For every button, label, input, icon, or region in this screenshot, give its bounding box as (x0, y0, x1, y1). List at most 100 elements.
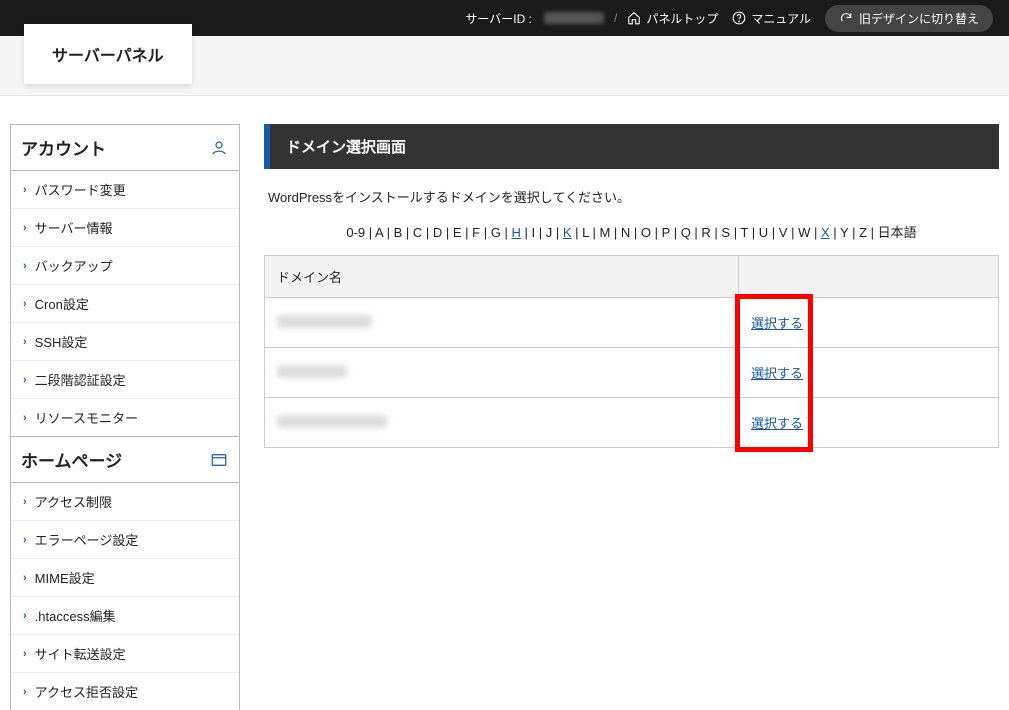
sidebar-item[interactable]: › サーバー情報 (11, 209, 239, 247)
sidebar-item[interactable]: › アクセス拒否設定 (11, 673, 239, 710)
alpha-index: 0-9 | A | B | C | D | E | F | G | H | I … (264, 216, 999, 255)
window-icon (209, 451, 229, 469)
sidebar-item-label: パスワード変更 (35, 180, 126, 199)
sidebar-item[interactable]: › エラーページ設定 (11, 521, 239, 559)
header-action (739, 256, 999, 298)
header-domain: ドメイン名 (265, 256, 739, 298)
alpha-letter: W (798, 225, 810, 240)
chevron-icon: › (23, 610, 27, 622)
chevron-icon: › (23, 534, 27, 546)
alpha-letter: D (433, 225, 442, 240)
sidebar-item[interactable]: › アクセス制限 (11, 483, 239, 521)
alpha-letter: E (453, 225, 462, 240)
chevron-icon: › (23, 298, 27, 310)
home-icon (627, 11, 641, 25)
table-row: 選択する (265, 348, 999, 398)
page-description: WordPressをインストールするドメインを選択してください。 (264, 169, 999, 216)
panel-top-link[interactable]: パネルトップ (627, 10, 718, 27)
sidebar-item-label: 二段階認証設定 (35, 370, 126, 389)
sidebar-item-label: .htaccess編集 (35, 606, 116, 625)
alpha-letter: Z (859, 225, 867, 240)
old-design-button[interactable]: 旧デザインに切り替え (825, 5, 993, 32)
manual-link[interactable]: マニュアル (732, 10, 811, 27)
sidebar-item-label: サーバー情報 (35, 218, 113, 237)
domain-cell (265, 298, 739, 348)
chevron-icon: › (23, 336, 27, 348)
sidebar-item-label: SSH設定 (35, 332, 88, 351)
alpha-letter: U (759, 225, 768, 240)
sidebar-item-label: バックアップ (35, 256, 113, 275)
sidebar-item[interactable]: › SSH設定 (11, 323, 239, 361)
alpha-link[interactable]: H (511, 225, 520, 240)
alpha-letter: R (701, 225, 710, 240)
refresh-icon (839, 11, 853, 25)
chevron-icon: › (23, 222, 27, 234)
alpha-letter: S (721, 225, 730, 240)
help-icon (732, 11, 746, 25)
sidebar-section-title: アカウント (21, 135, 106, 160)
sidebar-item-label: アクセス拒否設定 (35, 682, 138, 701)
alpha-letter: C (413, 225, 422, 240)
sidebar-item[interactable]: › サイト転送設定 (11, 635, 239, 673)
select-link[interactable]: 選択する (751, 416, 803, 431)
logo: サーバーパネル (24, 24, 192, 84)
sidebar: アカウント › パスワード変更 › サーバー情報 › バックアップ › Cron設定 › SSH設定… (10, 124, 240, 710)
chevron-icon: › (23, 184, 27, 196)
sidebar-section-header: ホームページ (10, 436, 240, 483)
sidebar-item[interactable]: › MIME設定 (11, 559, 239, 597)
alpha-letter: M (599, 225, 610, 240)
alpha-letter: G (491, 225, 501, 240)
action-cell: 選択する (739, 298, 999, 348)
domain-name-blurred (277, 315, 372, 328)
chevron-icon: › (23, 496, 27, 508)
sidebar-item-label: リソースモニター (35, 408, 138, 427)
alpha-letter: Q (681, 225, 691, 240)
sidebar-item-label: Cron設定 (35, 294, 89, 313)
alpha-letter: P (662, 225, 670, 240)
server-id-label: サーバーID : (465, 10, 532, 27)
table-row: 選択する (265, 398, 999, 448)
table-row: 選択する (265, 298, 999, 348)
user-icon (209, 139, 229, 157)
alpha-letter: 日本語 (878, 225, 917, 240)
domain-cell (265, 398, 739, 448)
sidebar-item[interactable]: › .htaccess編集 (11, 597, 239, 635)
sidebar-item-label: MIME設定 (35, 568, 95, 587)
sidebar-item-label: アクセス制限 (35, 492, 112, 511)
chevron-icon: › (23, 572, 27, 584)
chevron-icon: › (23, 374, 27, 386)
sidebar-item-label: エラーページ設定 (35, 530, 139, 549)
chevron-icon: › (23, 686, 27, 698)
alpha-letter: F (472, 225, 480, 240)
sidebar-section-title: ホームページ (21, 447, 122, 472)
alpha-letter: N (621, 225, 630, 240)
domain-name-blurred (277, 365, 347, 378)
sidebar-item-label: サイト転送設定 (35, 644, 126, 663)
subheader: サーバーパネル (0, 36, 1009, 96)
sidebar-item[interactable]: › パスワード変更 (11, 171, 239, 209)
chevron-icon: › (23, 260, 27, 272)
server-id-value (544, 12, 604, 24)
select-link[interactable]: 選択する (751, 316, 803, 331)
sidebar-item[interactable]: › バックアップ (11, 247, 239, 285)
action-cell: 選択する (739, 348, 999, 398)
domain-name-blurred (277, 415, 387, 428)
alpha-link[interactable]: X (821, 225, 830, 240)
alpha-letter: L (582, 225, 589, 240)
sidebar-section-header: アカウント (10, 124, 240, 171)
chevron-icon: › (23, 412, 27, 424)
alpha-letter: B (394, 225, 403, 240)
sidebar-item[interactable]: › Cron設定 (11, 285, 239, 323)
action-cell: 選択する (739, 398, 999, 448)
alpha-letter: O (641, 225, 651, 240)
sidebar-item[interactable]: › リソースモニター (11, 399, 239, 436)
sidebar-item[interactable]: › 二段階認証設定 (11, 361, 239, 399)
domain-cell (265, 348, 739, 398)
domain-table: ドメイン名 選択する選択する選択する (264, 255, 999, 448)
page-title: ドメイン選択画面 (264, 124, 999, 169)
chevron-icon: › (23, 648, 27, 660)
select-link[interactable]: 選択する (751, 366, 803, 381)
main: ドメイン選択画面 WordPressをインストールするドメインを選択してください… (264, 124, 999, 448)
alpha-letter: 0-9 (346, 225, 365, 240)
alpha-letter: A (375, 225, 383, 240)
